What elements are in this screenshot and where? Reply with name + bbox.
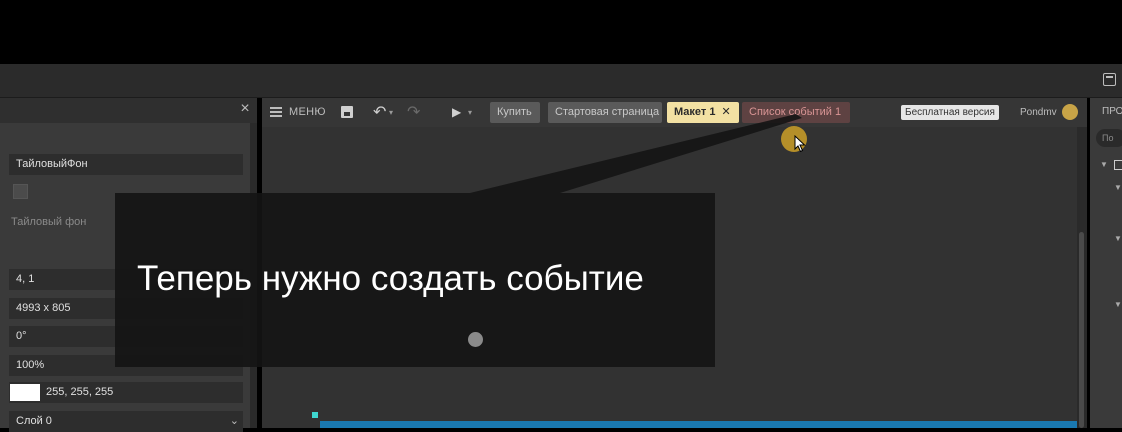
- overlay-dot: [468, 332, 483, 347]
- subtitle-text: Теперь нужно создать событие: [137, 259, 644, 298]
- subtitle-overlay: Теперь нужно создать событие: [115, 193, 715, 367]
- mouse-cursor-icon: [794, 135, 806, 153]
